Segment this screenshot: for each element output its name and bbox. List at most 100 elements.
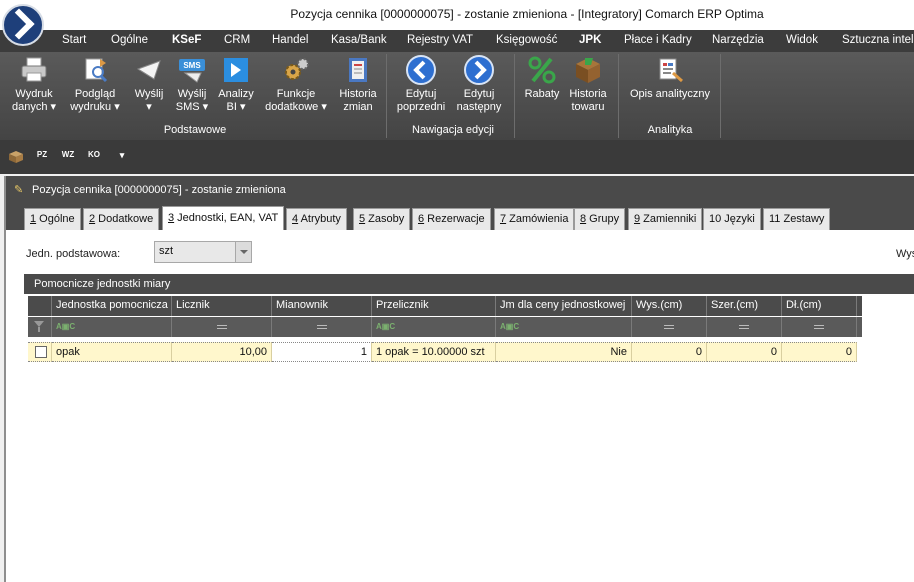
menu-widok[interactable]: Widok bbox=[786, 34, 818, 46]
cell-numerator[interactable]: 10,00 bbox=[172, 342, 272, 362]
cell-conversion[interactable]: 1 opak = 10.00000 szt bbox=[372, 342, 496, 362]
tab-bar: 1 Ogólne 2 Dodatkowe 3 Jednostki, EAN, V… bbox=[6, 204, 914, 230]
menu-place-kadry[interactable]: Płace i Kadry bbox=[624, 34, 692, 46]
row-checkbox-cell[interactable] bbox=[28, 342, 52, 362]
cell-unit-price-flag[interactable]: Nie bbox=[496, 342, 632, 362]
filter-cell-equals[interactable] bbox=[782, 317, 857, 337]
tab-units-ean-vat[interactable]: 3 Jednostki, EAN, VAT bbox=[162, 206, 285, 230]
filter-cell-text[interactable]: A▣C bbox=[372, 317, 496, 337]
app-logo[interactable] bbox=[2, 4, 44, 46]
menu-jpk[interactable]: JPK bbox=[579, 34, 601, 46]
group-label-analytics: Analityka bbox=[647, 124, 693, 136]
customize-dropdown-icon[interactable]: ▾ bbox=[114, 150, 130, 164]
tab-general[interactable]: 1 Ogólne bbox=[24, 208, 81, 230]
table-row[interactable]: opak 10,00 1 1 opak = 10.00000 szt Nie 0… bbox=[28, 342, 857, 362]
chevron-down-icon[interactable] bbox=[235, 242, 251, 262]
column-header[interactable]: Przelicznik bbox=[372, 296, 496, 316]
filter-cell-equals[interactable] bbox=[707, 317, 782, 337]
group-separator bbox=[720, 54, 721, 138]
tab-languages[interactable]: 10 Języki bbox=[703, 208, 761, 230]
header-select[interactable] bbox=[28, 296, 52, 316]
send-sms-button[interactable]: SMS Wyślij SMS ▾ bbox=[172, 54, 212, 114]
history-button[interactable]: Historia zmian bbox=[336, 54, 380, 114]
tab-orders[interactable]: 7 Zamówienia bbox=[494, 208, 575, 230]
tab-attributes[interactable]: 4 Atrybuty bbox=[286, 208, 347, 230]
window-header: ✎ Pozycja cennika [0000000075] - zostani… bbox=[6, 176, 914, 204]
column-header[interactable]: Dł.(cm) bbox=[782, 296, 857, 316]
ko-document-icon[interactable]: KO bbox=[86, 150, 102, 164]
extra-functions-button[interactable]: Funkcje dodatkowe ▾ bbox=[260, 54, 332, 114]
print-preview-button[interactable]: Podgląd wydruku ▾ bbox=[64, 54, 126, 114]
menu-handel[interactable]: Handel bbox=[272, 34, 308, 46]
product-history-button[interactable]: Historia towaru bbox=[566, 54, 610, 114]
print-preview-icon bbox=[79, 54, 111, 86]
menu-ai[interactable]: Sztuczna inteligencja bbox=[842, 34, 914, 46]
percent-icon bbox=[526, 54, 558, 86]
column-header[interactable]: Licznik bbox=[172, 296, 272, 316]
cell-length[interactable]: 0 bbox=[782, 342, 857, 362]
group-label-navigation: Nawigacja edycji bbox=[412, 124, 494, 136]
form-title: Pozycja cennika [0000000075] - zostanie … bbox=[32, 184, 286, 196]
svg-text:SMS: SMS bbox=[183, 61, 201, 70]
menu-ksiegowosc[interactable]: Księgowość bbox=[496, 34, 557, 46]
title-bar: Pozycja cennika [0000000075] - zostanie … bbox=[0, 0, 914, 30]
cell-denominator[interactable]: 1 bbox=[272, 342, 372, 362]
send-button[interactable]: Wyślij ▾ bbox=[130, 54, 168, 114]
tab-resources[interactable]: 5 Zasoby bbox=[353, 208, 411, 230]
menu-kasa-bank[interactable]: Kasa/Bank bbox=[331, 34, 387, 46]
bi-icon bbox=[220, 54, 252, 86]
tab-groups[interactable]: 8 Grupy bbox=[574, 208, 626, 230]
menu-crm[interactable]: CRM bbox=[224, 34, 250, 46]
cell-height[interactable]: 0 bbox=[632, 342, 707, 362]
equals-filter-icon bbox=[739, 325, 749, 329]
menu-start[interactable]: Start bbox=[62, 34, 86, 46]
menu-ogolne[interactable]: Ogólne bbox=[111, 34, 148, 46]
tab-additional[interactable]: 2 Dodatkowe bbox=[83, 208, 160, 230]
menu-rejestry-vat[interactable]: Rejestry VAT bbox=[407, 34, 473, 46]
menu-ksef[interactable]: KSeF bbox=[172, 34, 201, 46]
equals-filter-icon bbox=[664, 325, 674, 329]
cell-unit[interactable]: opak bbox=[52, 342, 172, 362]
base-unit-select[interactable]: szt bbox=[154, 241, 252, 263]
filter-cell-equals[interactable] bbox=[272, 317, 372, 337]
menu-narzedzia[interactable]: Narzędzia bbox=[712, 34, 764, 46]
filter-icon[interactable] bbox=[28, 317, 52, 337]
filter-cell-text[interactable]: A▣C bbox=[52, 317, 172, 337]
column-header[interactable]: Jm dla ceny jednostkowej bbox=[496, 296, 632, 316]
text-filter-icon: A▣C bbox=[500, 322, 520, 331]
base-unit-value: szt bbox=[159, 245, 174, 257]
edit-document-icon: ✎ bbox=[14, 184, 24, 196]
column-header[interactable]: Jednostka pomocnicza bbox=[52, 296, 172, 316]
arrow-left-icon bbox=[405, 54, 437, 86]
printer-icon bbox=[18, 54, 50, 86]
edit-next-button[interactable]: Edytuj następny bbox=[452, 54, 506, 114]
tab-reservations[interactable]: 6 Rezerwacje bbox=[412, 208, 491, 230]
box-icon[interactable] bbox=[8, 150, 24, 164]
cell-width[interactable]: 0 bbox=[707, 342, 782, 362]
grid-header-row: Jednostka pomocnicza Licznik Mianownik P… bbox=[28, 296, 862, 316]
column-header[interactable]: Mianownik bbox=[272, 296, 372, 316]
bi-analysis-button[interactable]: Analizy BI ▾ bbox=[216, 54, 256, 114]
discounts-button[interactable]: Rabaty bbox=[520, 54, 564, 101]
tab-substitutes[interactable]: 9 Zamienniki bbox=[628, 208, 703, 230]
pz-document-icon[interactable]: PZ bbox=[34, 150, 50, 164]
column-header[interactable]: Wys.(cm) bbox=[632, 296, 707, 316]
print-data-button[interactable]: Wydruk danych ▾ bbox=[8, 54, 60, 114]
row-checkbox[interactable] bbox=[35, 346, 47, 358]
column-header[interactable]: Szer.(cm) bbox=[707, 296, 782, 316]
filter-cell-equals[interactable] bbox=[172, 317, 272, 337]
item-window: ✎ Pozycja cennika [0000000075] - zostani… bbox=[4, 176, 914, 582]
filter-cell-text[interactable]: A▣C bbox=[496, 317, 632, 337]
wz-document-icon[interactable]: WZ bbox=[60, 150, 76, 164]
group-separator bbox=[386, 54, 387, 138]
edit-previous-button[interactable]: Edytuj poprzedni bbox=[394, 54, 448, 114]
filter-cell-equals[interactable] bbox=[632, 317, 707, 337]
analytic-description-button[interactable]: Opis analityczny bbox=[624, 54, 716, 101]
tab-sets[interactable]: 11 Zestawy bbox=[763, 208, 831, 230]
group-separator bbox=[618, 54, 619, 138]
grid-filter-row: A▣C A▣C A▣C bbox=[28, 317, 862, 337]
sms-icon: SMS bbox=[176, 54, 208, 86]
text-filter-icon: A▣C bbox=[56, 322, 76, 331]
equals-filter-icon bbox=[216, 325, 227, 329]
text-filter-icon: A▣C bbox=[376, 322, 396, 331]
